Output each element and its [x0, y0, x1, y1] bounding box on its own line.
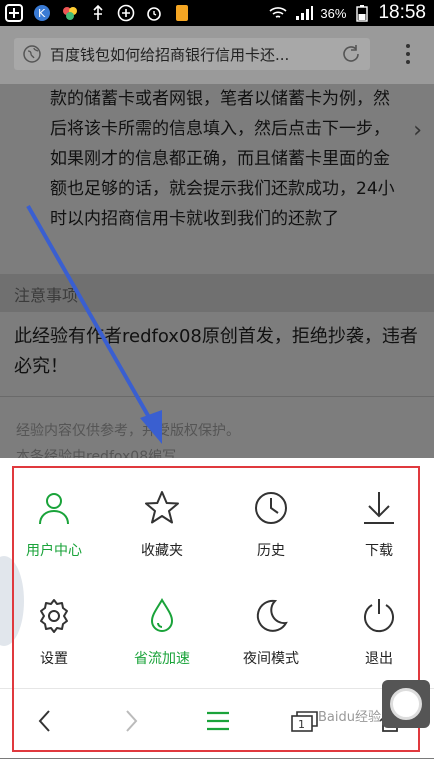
notice-heading-text: 注意事项	[14, 286, 79, 305]
menu-item-label: 退出	[365, 651, 393, 667]
menu-item-moon[interactable]: 夜间模式	[217, 596, 325, 696]
menu-item-drop[interactable]: 省流加速	[108, 596, 216, 696]
menu-grid: 用户中心 收藏夹 历史 下载设置 省流加速 夜间模式 退出	[0, 458, 434, 688]
more-options-icon[interactable]	[404, 40, 412, 70]
divider	[0, 396, 434, 397]
k-app-icon: K	[32, 3, 52, 23]
address-bar: 百度钱包如何给招商银行信用卡还...	[0, 26, 434, 84]
assistive-touch-button[interactable]	[382, 680, 430, 728]
menu-item-label: 省流加速	[134, 651, 190, 667]
tab-count: 1	[298, 718, 305, 731]
back-icon[interactable]	[22, 699, 70, 743]
article-paragraph: 款的储蓄卡或者网银，笔者以储蓄卡为例，然后将该卡所需的信息填入，然后点击下一步，…	[50, 89, 395, 229]
menu-item-label: 下载	[365, 543, 393, 559]
download-icon	[359, 488, 399, 532]
gear-icon	[34, 596, 74, 640]
menu-item-label: 夜间模式	[243, 651, 299, 667]
clock-time: 18:58	[378, 2, 426, 23]
drop-icon	[142, 596, 182, 640]
menu-item-label: 用户中心	[26, 543, 82, 559]
menu-item-label: 设置	[40, 651, 68, 667]
refresh-icon[interactable]	[340, 43, 362, 65]
menu-item-clock[interactable]: 历史	[217, 488, 325, 588]
add-icon	[4, 3, 24, 23]
battery-percent: 36%	[320, 5, 347, 21]
menu-item-label: 历史	[257, 543, 285, 559]
battery-icon	[352, 3, 372, 23]
plus-circle-icon	[116, 3, 136, 23]
usb-icon	[88, 3, 108, 23]
power-icon	[359, 596, 399, 640]
menu-item-download[interactable]: 下载	[325, 488, 433, 588]
article-content: 款的储蓄卡或者网银，笔者以储蓄卡为例，然后将该卡所需的信息填入，然后点击下一步，…	[0, 84, 434, 458]
page-title: 百度钱包如何给招商银行信用卡还...	[50, 45, 290, 64]
signal-icon	[294, 3, 314, 23]
star-icon	[142, 488, 182, 532]
menu-item-label: 收藏夹	[141, 543, 183, 559]
copyright-text: 经验内容仅供参考，并受版权保护。	[16, 423, 240, 439]
svg-text:K: K	[38, 7, 46, 20]
chevron-right-icon[interactable]: ›	[413, 118, 422, 143]
clock-icon	[251, 488, 291, 532]
sim-icon	[172, 3, 192, 23]
menu-icon[interactable]	[194, 699, 242, 743]
color-icon	[60, 3, 80, 23]
alarm-icon	[144, 3, 164, 23]
menu-item-star[interactable]: 收藏夹	[108, 488, 216, 588]
notice-heading: 注意事项	[0, 274, 434, 312]
status-bar: K 36% 18:58	[0, 0, 434, 26]
globe-icon	[22, 44, 42, 64]
author-text: 本条经验由redfox08编写	[16, 449, 177, 458]
forward-icon[interactable]	[106, 699, 154, 743]
moon-icon	[251, 596, 291, 640]
warning-text: 此经验有作者redfox08原创首发，拒绝抄袭，违者必究！	[14, 326, 418, 377]
url-field[interactable]: 百度钱包如何给招商银行信用卡还...	[14, 38, 370, 70]
watermark-text: Baidu经验	[318, 710, 381, 725]
user-icon	[34, 488, 74, 532]
wifi-icon	[268, 3, 288, 23]
